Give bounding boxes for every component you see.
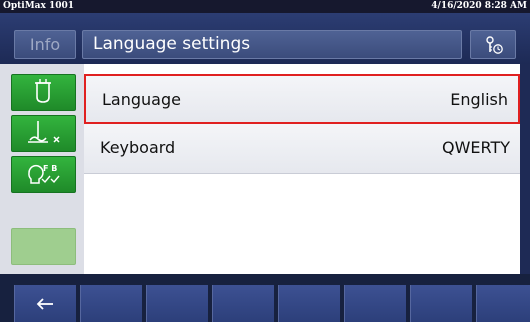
reactor-icon — [35, 79, 51, 103]
list-item-label: Language — [102, 90, 181, 109]
bottom-slot-6[interactable] — [410, 285, 472, 322]
list-item-label: Keyboard — [100, 138, 176, 157]
list-item-value: English — [450, 90, 508, 109]
title-panel: Language settings — [82, 30, 462, 59]
bottom-slot-3[interactable] — [212, 285, 274, 322]
scrollbar-strip — [520, 64, 530, 274]
feedback-fb-icon: F B — [28, 164, 60, 184]
settings-clock-icon — [486, 36, 503, 54]
stirrer-off-icon — [28, 121, 60, 143]
svg-text:F B: F B — [43, 164, 57, 173]
list-item-language[interactable]: Language English — [84, 74, 520, 124]
status-bar: OptiMax 1001 4/16/2020 8:28 AM — [0, 0, 530, 13]
device-name: OptiMax 1001 — [3, 1, 75, 11]
back-button[interactable] — [14, 285, 76, 322]
bottom-slot-2[interactable] — [146, 285, 208, 322]
bottom-slot-7[interactable] — [476, 285, 530, 322]
bottom-slot-1[interactable] — [80, 285, 142, 322]
back-arrow-icon — [36, 298, 53, 310]
sidebar-button-reactor[interactable] — [11, 74, 76, 111]
bottom-bar — [0, 274, 530, 322]
sidebar-button-stirrer[interactable] — [11, 115, 76, 152]
info-button[interactable]: Info — [14, 30, 76, 59]
settings-list: Language English Keyboard QWERTY — [84, 74, 530, 174]
list-item-value: QWERTY — [441, 138, 510, 157]
settings-button[interactable] — [470, 30, 516, 59]
sidebar-button-empty — [11, 228, 76, 265]
bottom-slot-5[interactable] — [344, 285, 406, 322]
list-item-keyboard[interactable]: Keyboard QWERTY — [84, 124, 520, 174]
sidebar-button-feedback[interactable]: F B — [11, 156, 76, 193]
sidebar: F B — [0, 64, 84, 274]
page-title: Language settings — [93, 34, 251, 54]
datetime: 4/16/2020 8:28 AM — [431, 1, 527, 11]
bottom-slot-4[interactable] — [278, 285, 340, 322]
header: Info Language settings — [0, 13, 530, 64]
